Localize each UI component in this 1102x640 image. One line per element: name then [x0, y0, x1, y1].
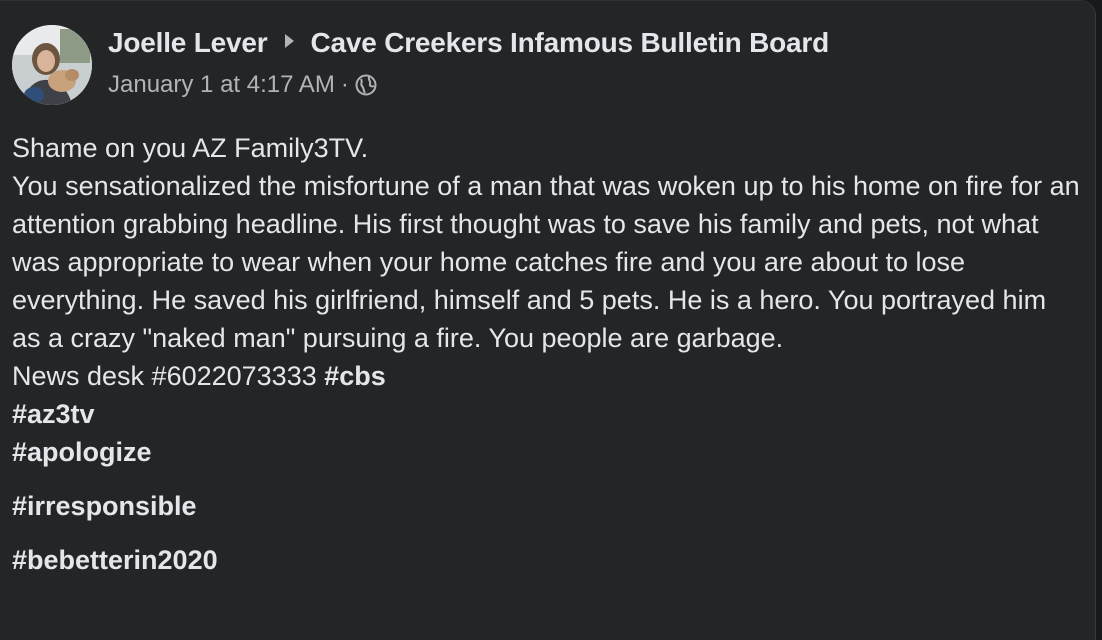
post-text-line: Shame on you AZ Family3TV.	[12, 133, 369, 163]
post-text-news-desk: News desk #6022073333 #cbs	[12, 357, 1082, 395]
hashtag-link[interactable]: #irresponsible	[12, 491, 197, 521]
avatar-photo	[12, 25, 92, 105]
post-card: Joelle Lever Cave Creekers Infamous Bulle…	[0, 0, 1096, 640]
caret-right-icon	[285, 34, 295, 48]
post-header-title: Joelle Lever Cave Creekers Infamous Bulle…	[108, 27, 829, 59]
hashtag-link[interactable]: #az3tv	[12, 399, 95, 429]
author-name-link[interactable]: Joelle Lever	[108, 27, 268, 58]
news-desk-text: News desk #6022073333	[12, 361, 317, 391]
hashtag-link[interactable]: #apologize	[12, 437, 152, 467]
globe-icon[interactable]	[355, 74, 377, 96]
post-timestamp-link[interactable]: January 1 at 4:17 AM	[108, 71, 335, 99]
post-meta: January 1 at 4:17 AM ·	[108, 71, 377, 99]
hashtag-link[interactable]: #cbs	[324, 361, 386, 391]
post-text-paragraph: You sensationalized the misfortune of a …	[12, 171, 1080, 353]
hashtag-link[interactable]: #bebetterin2020	[12, 545, 218, 575]
post-body: Shame on you AZ Family3TV. You sensation…	[12, 129, 1082, 579]
avatar[interactable]	[12, 25, 92, 105]
group-name-link[interactable]: Cave Creekers Infamous Bulletin Board	[310, 27, 829, 58]
meta-separator: ·	[340, 71, 349, 98]
